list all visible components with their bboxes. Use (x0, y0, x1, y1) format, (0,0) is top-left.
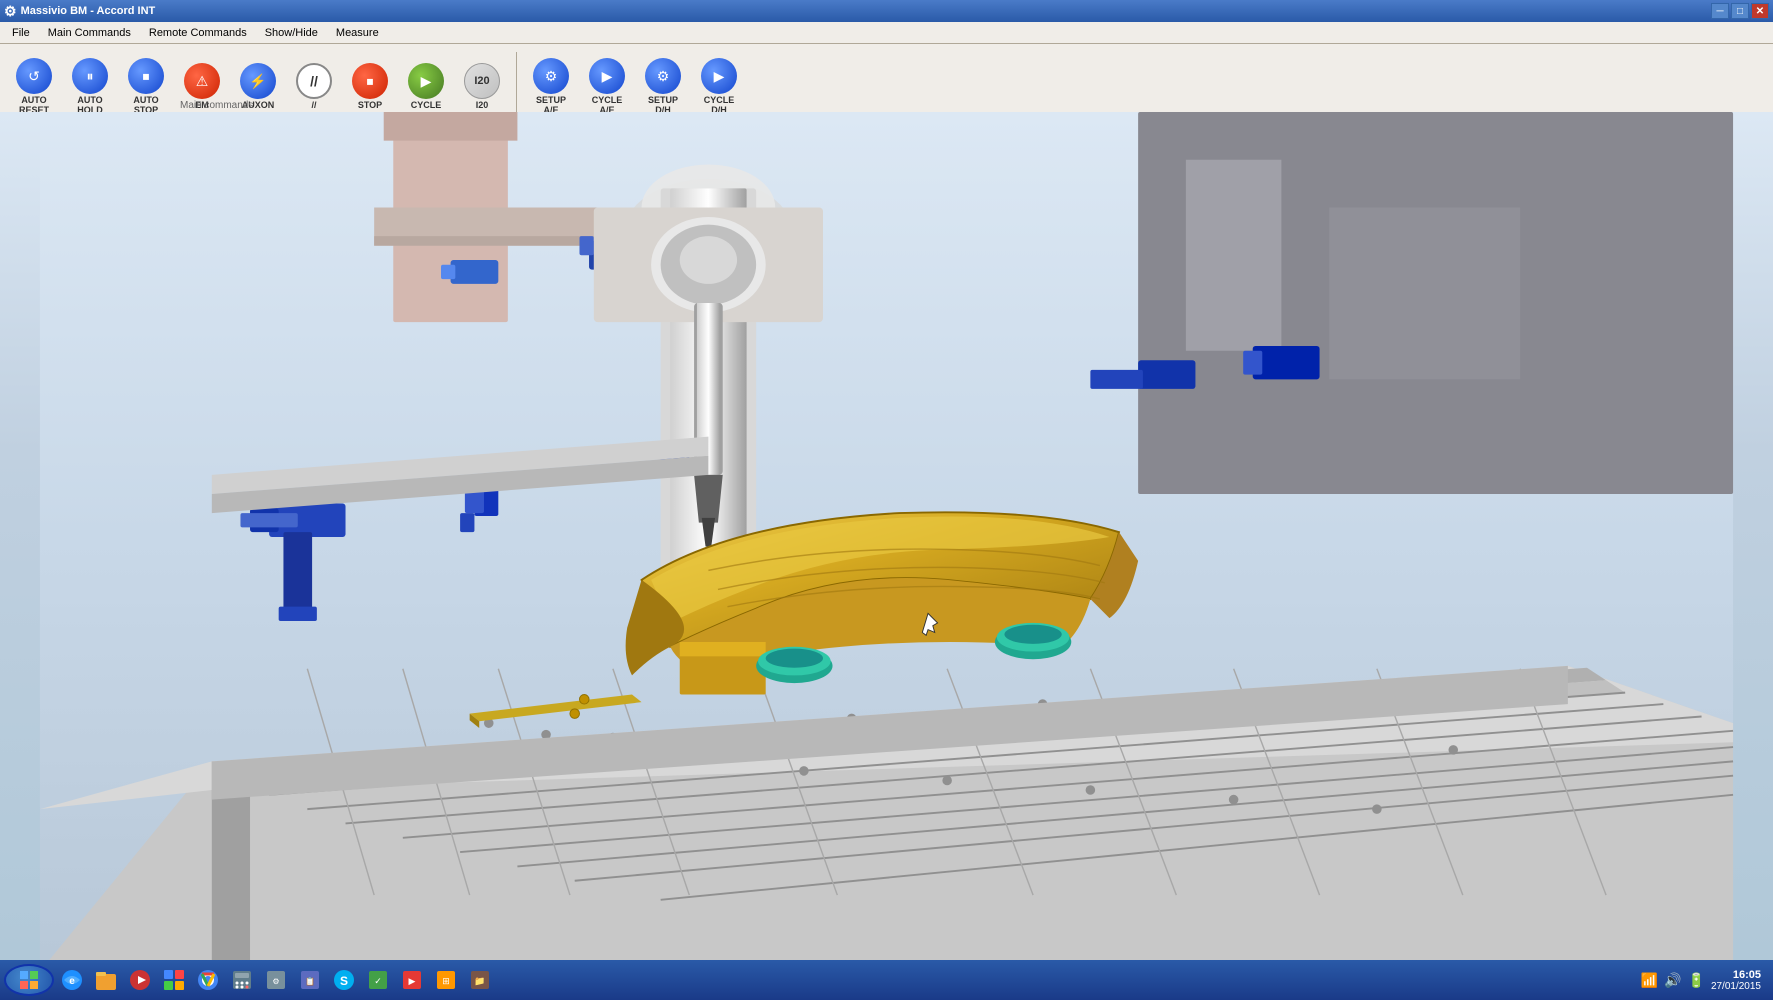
svg-text:✓: ✓ (374, 976, 382, 986)
clock-date: 27/01/2015 (1711, 981, 1761, 992)
app-title: Massivio BM - Accord INT (21, 5, 156, 17)
pause-icon: // (296, 63, 332, 99)
setup-ae-icon: ⚙ (533, 58, 569, 94)
cycle-button[interactable]: ▶ CYCLE (400, 60, 452, 114)
battery-icon: 🔋 (1688, 972, 1705, 989)
cycle-ae-icon: ▶ (589, 58, 625, 94)
svg-text:▶: ▶ (409, 976, 416, 986)
menu-main-commands[interactable]: Main Commands (40, 25, 139, 41)
setup-ae-button[interactable]: ⚙ SETUPA/E (525, 55, 577, 119)
i20-label: I20 (476, 101, 489, 111)
taskbar-chrome-icon[interactable] (192, 964, 224, 996)
taskbar-media-icon[interactable] (124, 964, 156, 996)
auto-hold-icon: ⏸ (72, 58, 108, 94)
titlebar-left: ⚙ Massivio BM - Accord INT (4, 3, 155, 20)
stop-label: STOP (358, 101, 382, 111)
menu-measure[interactable]: Measure (328, 25, 387, 41)
menu-remote-commands[interactable]: Remote Commands (141, 25, 255, 41)
minimize-button[interactable]: ─ (1711, 3, 1729, 19)
cycle-dh-icon: ▶ (701, 58, 737, 94)
svg-text:⊞: ⊞ (442, 976, 450, 986)
menu-file[interactable]: File (4, 25, 38, 41)
auto-stop-icon: ⏹ (128, 58, 164, 94)
windows-logo-icon (17, 968, 41, 992)
i20-button[interactable]: I20 I20 (456, 60, 508, 114)
taskbar-app3-icon[interactable]: ▶ (396, 964, 428, 996)
pause-label: // (311, 101, 316, 111)
taskbar: e ⚙ 📋 S ✓ ▶ ⊞ 📁 📶 🔊 🔋 16:05 27/ (0, 960, 1773, 1000)
svg-text:📋: 📋 (305, 976, 315, 986)
cycle-icon: ▶ (408, 63, 444, 99)
cycle-ae-button[interactable]: ▶ CYCLEA/E (581, 55, 633, 119)
auto-stop-button[interactable]: ⏹ AUTOSTOP (120, 55, 172, 119)
toolbar-section-label: Main commands (180, 100, 253, 111)
cycle-dh-button[interactable]: ▶ CYCLED/H (693, 55, 745, 119)
3d-viewport[interactable] (0, 112, 1773, 960)
taskbar-calc-icon[interactable] (226, 964, 258, 996)
auto-reset-button[interactable]: ↺ AUTORESET (8, 55, 60, 119)
taskbar-system-tray: 📶 🔊 🔋 16:05 27/01/2015 (1641, 969, 1769, 992)
titlebar-controls: ─ □ ✕ (1711, 3, 1769, 19)
stop-icon: ⏹ (352, 63, 388, 99)
taskbar-app5-icon[interactable]: 📁 (464, 964, 496, 996)
maximize-button[interactable]: □ (1731, 3, 1749, 19)
i20-icon: I20 (464, 63, 500, 99)
svg-text:S: S (340, 974, 348, 988)
taskbar-ie-icon[interactable]: e (56, 964, 88, 996)
taskbar-control-icon[interactable] (158, 964, 190, 996)
titlebar: ⚙ Massivio BM - Accord INT ─ □ ✕ (0, 0, 1773, 22)
auto-reset-icon: ↺ (16, 58, 52, 94)
pause-button[interactable]: // // (288, 60, 340, 114)
taskbar-utility-icon[interactable]: ⚙ (260, 964, 292, 996)
taskbar-skype-icon[interactable]: S (328, 964, 360, 996)
taskbar-app2-icon[interactable]: ✓ (362, 964, 394, 996)
setup-dh-icon: ⚙ (645, 58, 681, 94)
svg-text:e: e (69, 976, 75, 987)
cycle-label: CYCLE (411, 101, 442, 111)
setup-dh-button[interactable]: ⚙ SETUPD/H (637, 55, 689, 119)
menu-show-hide[interactable]: Show/Hide (257, 25, 326, 41)
app-icon: ⚙ (4, 3, 17, 20)
close-button[interactable]: ✕ (1751, 3, 1769, 19)
menubar: File Main Commands Remote Commands Show/… (0, 22, 1773, 44)
system-clock: 16:05 27/01/2015 (1711, 969, 1761, 992)
volume-icon: 🔊 (1664, 972, 1681, 989)
taskbar-app1-icon[interactable]: 📋 (294, 964, 326, 996)
taskbar-explorer-icon[interactable] (90, 964, 122, 996)
clock-time: 16:05 (1711, 969, 1761, 981)
network-icon: 📶 (1641, 972, 1658, 989)
auto-hold-button[interactable]: ⏸ AUTOHOLD (64, 55, 116, 119)
em-icon: ⚠ (184, 63, 220, 99)
auxon-icon: ⚡ (240, 63, 276, 99)
start-button[interactable] (4, 964, 54, 996)
svg-text:⚙: ⚙ (272, 977, 279, 986)
taskbar-app4-icon[interactable]: ⊞ (430, 964, 462, 996)
machine-scene (0, 112, 1773, 960)
stop-button[interactable]: ⏹ STOP (344, 60, 396, 114)
svg-text:📁: 📁 (474, 976, 485, 986)
